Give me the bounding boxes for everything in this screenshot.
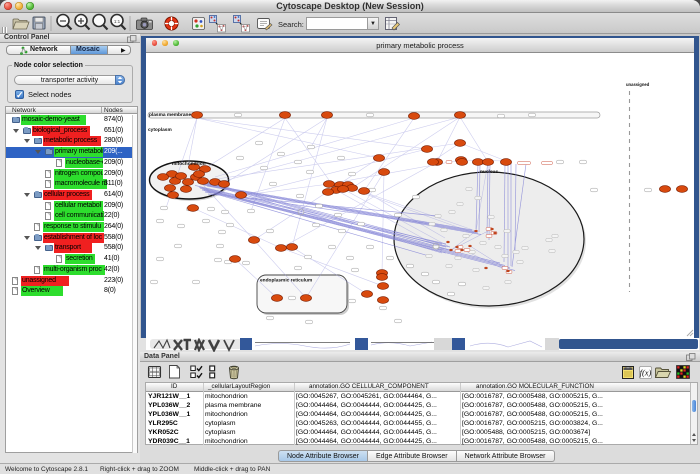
svg-text:endoplasmic reticulum: endoplasmic reticulum <box>260 278 312 284</box>
svg-text:mitochondrion: mitochondrion <box>172 161 206 167</box>
svg-text:cytoplasm: cytoplasm <box>148 127 172 133</box>
svg-text:nucleus: nucleus <box>480 169 498 175</box>
svg-text:1:1: 1:1 <box>114 19 121 24</box>
svg-text:unassigned: unassigned <box>626 82 650 87</box>
svg-text:f(x): f(x) <box>640 368 652 378</box>
svg-text:plasma membrane: plasma membrane <box>149 112 191 118</box>
